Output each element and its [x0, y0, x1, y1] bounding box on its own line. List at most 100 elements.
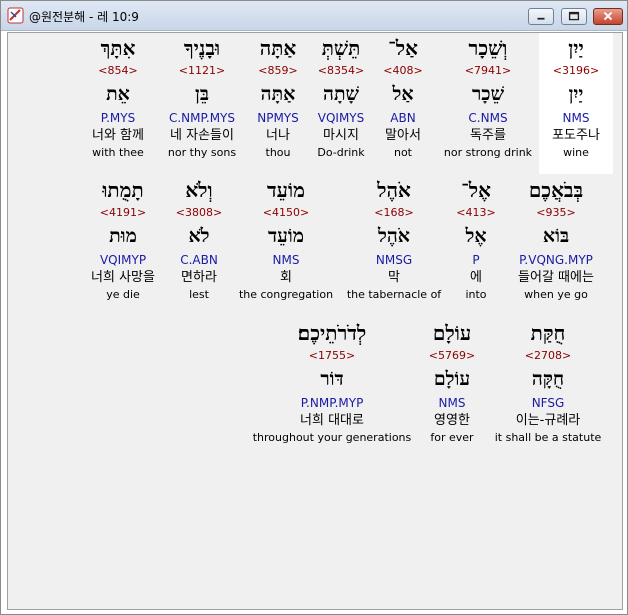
word-column[interactable]: וְשֵׁכָר <7941> שֵׁכָר C.NMS 독주를 nor str…	[438, 33, 538, 161]
word-column[interactable]: אֹהֶל <168> אֹהֶל NMSG 막 the tabernacle …	[343, 175, 445, 303]
strong-number: <1755>	[308, 349, 356, 362]
strong-number: <3196>	[552, 64, 600, 77]
strong-number: <4150>	[262, 206, 310, 219]
morphology-code: C.NMP.MYS	[168, 111, 235, 125]
english-gloss: for ever	[430, 431, 474, 444]
morphology-code: NMS	[438, 396, 466, 410]
korean-gloss: 에	[470, 270, 482, 285]
korean-gloss: 이는-규례라	[515, 413, 581, 428]
strong-number: <4191>	[99, 206, 147, 219]
app-window: @원전분해 - 레 10:9 יַיִן <3196> יַיִן NMS 포도…	[0, 0, 628, 615]
hebrew-word: תָמֻתוּ	[102, 178, 144, 202]
hebrew-word: אֶל־	[461, 178, 491, 202]
english-gloss: it shall be a statute	[494, 431, 602, 444]
english-gloss: thou	[265, 146, 291, 159]
strong-number: <408>	[383, 64, 423, 77]
word-column[interactable]: לְדֹרֹתֵיכֶם׃ <1755> דּוֹר P.NMP.MYP 너희 …	[248, 318, 416, 446]
english-gloss: nor thy sons	[167, 146, 237, 159]
korean-gloss: 회	[280, 270, 292, 285]
hebrew-lemma: שָׁתָה	[323, 83, 359, 105]
word-column[interactable]: אַל־ <408> אַל ABN 말아서 not	[373, 33, 433, 161]
hebrew-word: וּבָנֶיךָ	[183, 36, 221, 60]
minimize-icon	[537, 17, 545, 20]
window-title: @원전분해 - 레 10:9	[29, 10, 139, 24]
morphology-code: NMSG	[375, 253, 413, 267]
app-icon	[7, 7, 24, 24]
hebrew-lemma: לֹא	[188, 225, 210, 247]
hebrew-word: וְלֹא	[185, 178, 213, 202]
strong-number: <2708>	[524, 349, 572, 362]
minimize-button[interactable]	[528, 8, 554, 25]
hebrew-lemma: אַל	[392, 83, 414, 105]
word-column[interactable]: אַתָּה <859> אַתָּה NPMYS 너나 thou	[246, 33, 310, 161]
english-gloss: when ye go	[524, 288, 588, 301]
korean-gloss: 면하라	[181, 270, 217, 285]
english-gloss: throughout your generations	[252, 431, 412, 444]
strong-number: <1121>	[178, 64, 226, 77]
word-column[interactable]: תֵּשְׁתְּ <8354> שָׁתָה VQIMYS 마시지 Do-dr…	[308, 33, 374, 161]
hebrew-word: אַל־	[388, 36, 418, 60]
hebrew-word: עוֹלָם	[432, 321, 472, 345]
korean-gloss: 포도주나	[552, 128, 600, 143]
interlinear-panel: יַיִן <3196> יַיִן NMS 포도주나 wine וְשֵׁכָ…	[7, 32, 623, 610]
hebrew-word: יַיִן	[568, 36, 584, 60]
hebrew-lemma: אֹהֶל	[377, 225, 411, 247]
morphology-code: NMS	[562, 111, 590, 125]
strong-number: <854>	[98, 64, 138, 77]
english-gloss: ye die	[106, 288, 140, 301]
maximize-icon	[568, 11, 580, 21]
hebrew-word: אִתָּךְ	[100, 36, 136, 60]
morphology-code: C.NMS	[468, 111, 508, 125]
korean-gloss: 너희 대대로	[300, 413, 364, 428]
strong-number: <8354>	[317, 64, 365, 77]
hebrew-word: אַתָּה	[259, 36, 297, 60]
hebrew-lemma: אֵת	[106, 83, 130, 105]
maximize-button[interactable]	[561, 8, 587, 25]
korean-gloss: 너희 사망을	[91, 270, 155, 285]
word-column[interactable]: וְלֹא <3808> לֹא C.ABN 면하라 lest	[168, 175, 230, 303]
morphology-code: P.VQNG.MYP	[519, 253, 593, 267]
english-gloss: not	[393, 146, 412, 159]
hebrew-lemma: שֵׁכָר	[471, 83, 505, 105]
hebrew-word: וְשֵׁכָר	[468, 36, 508, 60]
close-icon	[603, 11, 613, 21]
morphology-code: P	[472, 253, 480, 267]
korean-gloss: 들어갈 때에는	[518, 270, 594, 285]
word-column[interactable]: תָמֻתוּ <4191> מוּת VQIMYP 너희 사망을 ye die	[80, 175, 166, 303]
hebrew-lemma: דּוֹר	[320, 368, 344, 390]
hebrew-word: מוֹעֵד	[267, 178, 305, 202]
title-bar[interactable]: @원전분해 - 레 10:9	[1, 1, 627, 31]
word-column[interactable]: יַיִן <3196> יַיִן NMS 포도주나 wine	[539, 33, 613, 174]
hebrew-lemma: מוּת	[109, 225, 137, 247]
hebrew-word: חֻקַּת	[530, 321, 566, 345]
morphology-code: NPMYS	[257, 111, 299, 125]
korean-gloss: 너나	[266, 128, 290, 143]
word-column[interactable]: בְּבֹאֲכֶם <935> בּוֹא P.VQNG.MYP 들어갈 때에…	[506, 175, 606, 303]
korean-gloss: 말아서	[385, 128, 421, 143]
hebrew-word: תֵּשְׁתְּ	[321, 36, 361, 60]
morphology-code: C.ABN	[180, 253, 218, 267]
morphology-code: P.NMP.MYP	[300, 396, 364, 410]
korean-gloss: 너와 함께	[92, 128, 144, 143]
strong-number: <413>	[456, 206, 496, 219]
english-gloss: Do-drink	[317, 146, 365, 159]
hebrew-lemma: עוֹלָם	[433, 368, 471, 390]
morphology-code: P.MYS	[100, 111, 136, 125]
korean-gloss: 네 자손들이	[170, 128, 234, 143]
word-column[interactable]: חֻקַּת <2708> חֻקָּה NFSG 이는-규례라 it shal…	[488, 318, 608, 446]
english-gloss: nor strong drink	[443, 146, 533, 159]
english-gloss: with thee	[92, 146, 144, 159]
morphology-code: VQIMYS	[317, 111, 365, 125]
word-column[interactable]: וּבָנֶיךָ <1121> בֵּן C.NMP.MYS 네 자손들이 n…	[160, 33, 244, 161]
english-gloss: the congregation	[238, 288, 334, 301]
word-column[interactable]: מוֹעֵד <4150> מוֹעֵד NMS 회 the congregat…	[234, 175, 338, 303]
korean-gloss: 영영한	[434, 413, 470, 428]
word-column[interactable]: אֶל־ <413> אֶל P 에 into	[448, 175, 504, 303]
hebrew-word: אֹהֶל	[377, 178, 411, 202]
korean-gloss: 막	[388, 270, 400, 285]
strong-number: <168>	[374, 206, 414, 219]
word-column[interactable]: עוֹלָם <5769> עוֹלָם NMS 영영한 for ever	[420, 318, 484, 446]
word-column[interactable]: אִתָּךְ <854> אֵת P.MYS 너와 함께 with thee	[80, 33, 156, 161]
hebrew-lemma: אֶל	[465, 225, 487, 247]
close-button[interactable]	[593, 8, 623, 25]
